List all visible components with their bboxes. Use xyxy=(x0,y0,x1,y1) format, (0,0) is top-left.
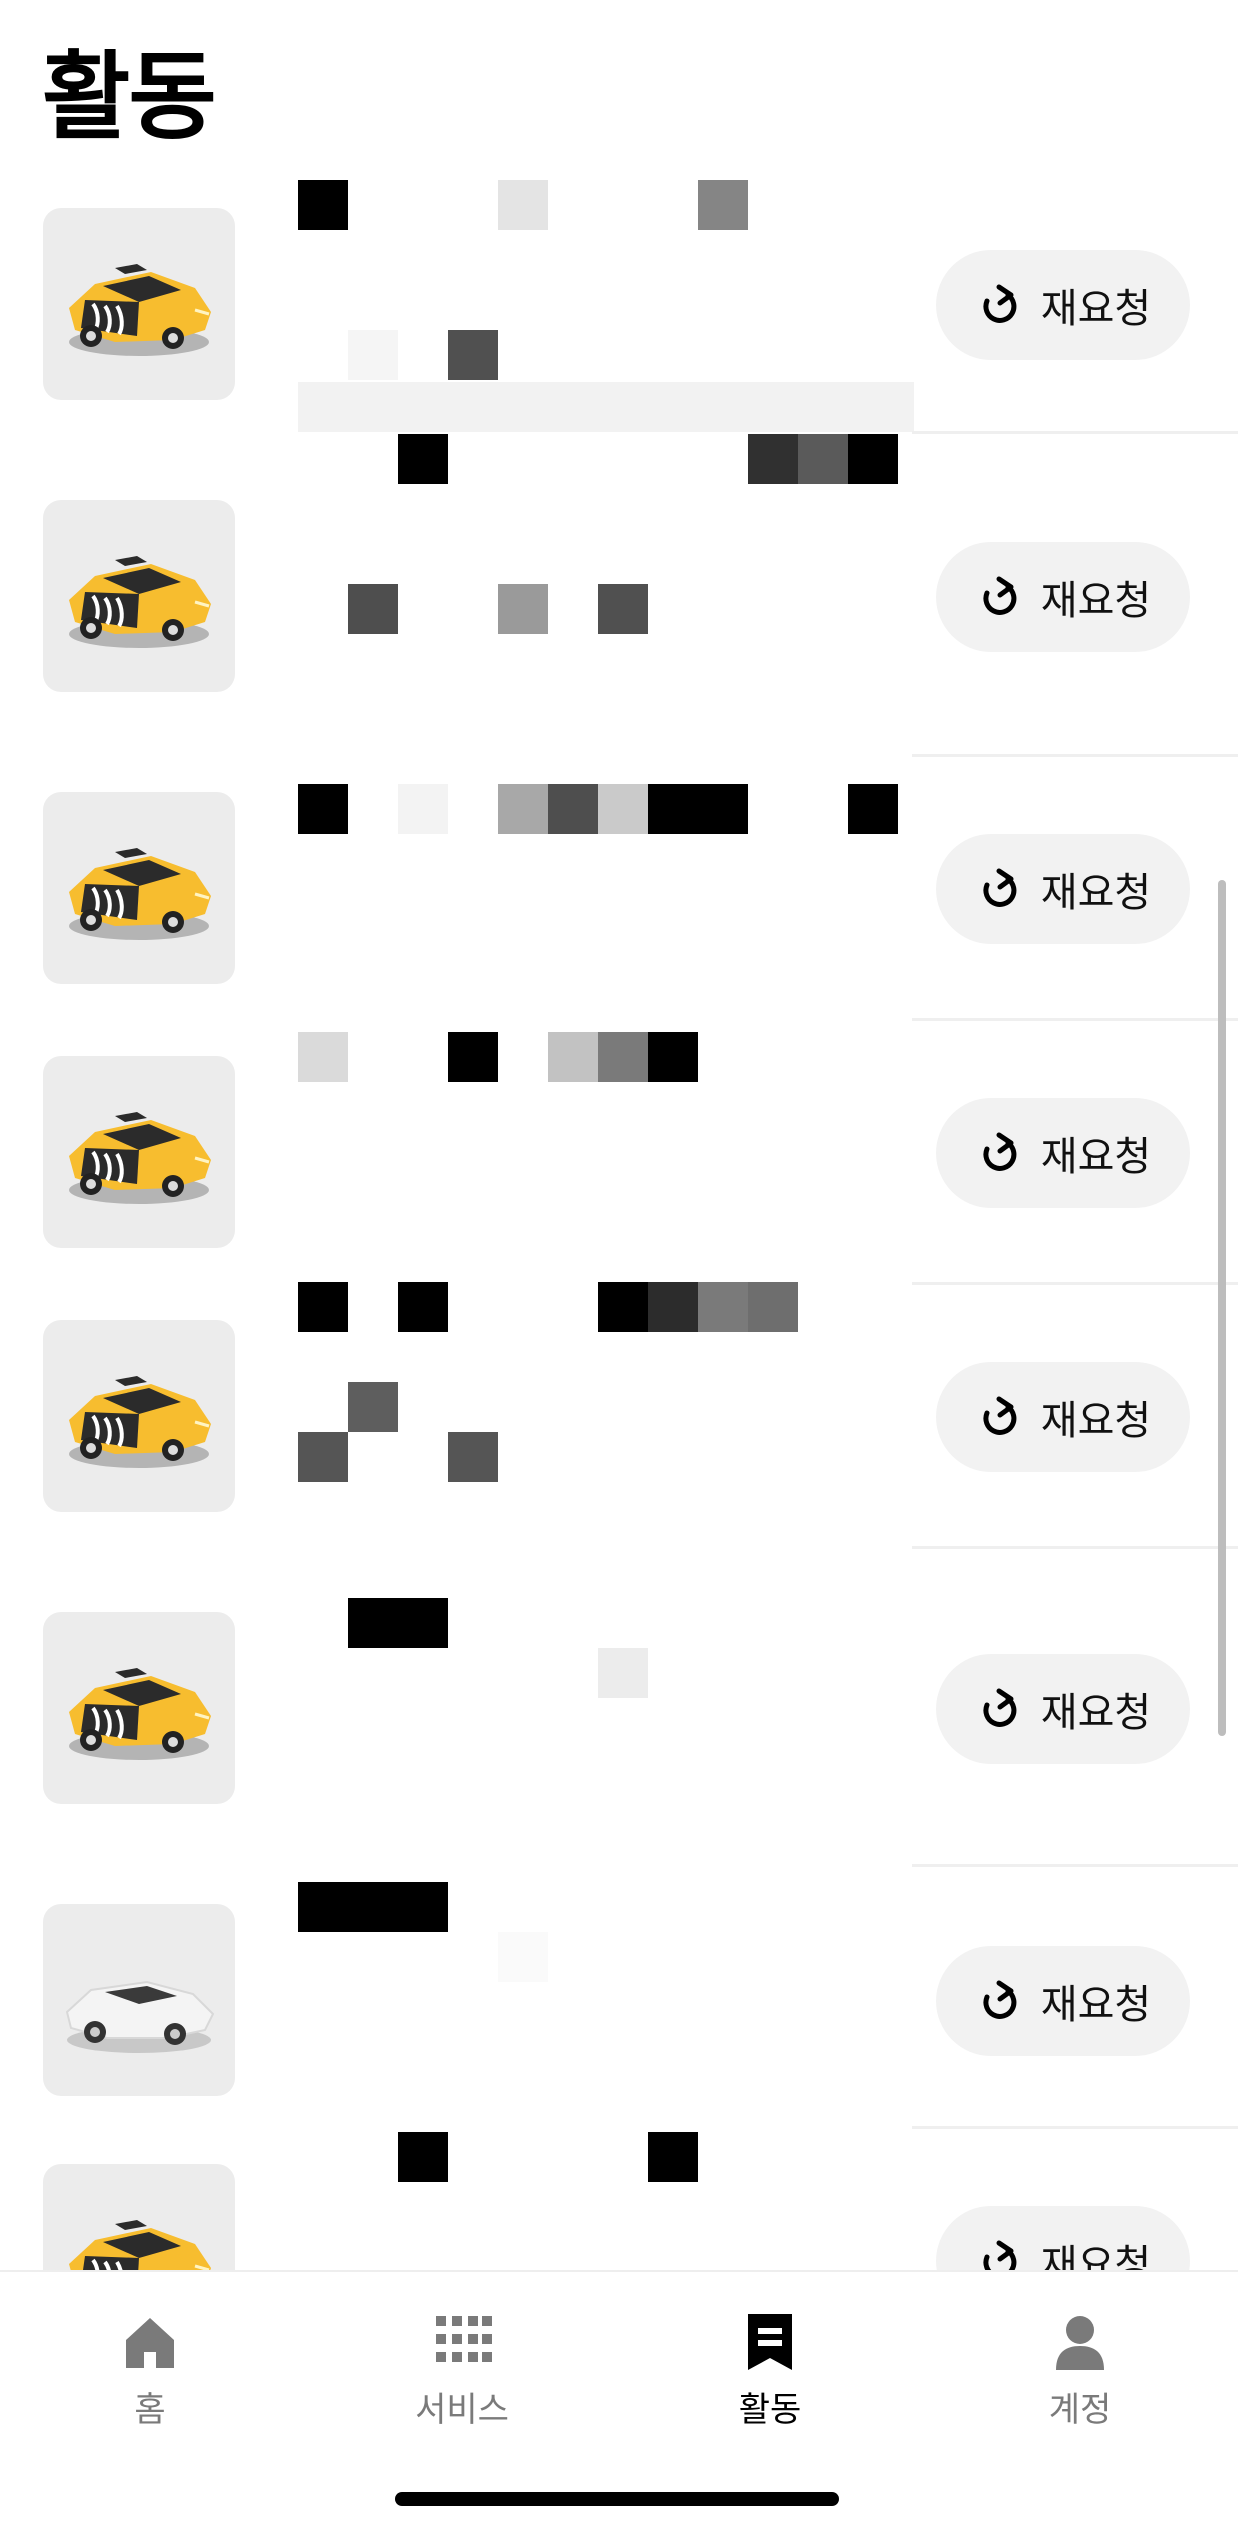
tab-home[interactable]: 홈 xyxy=(70,2312,230,2431)
taxi-thumbnail xyxy=(43,208,235,400)
rerequest-button[interactable]: 재요청 xyxy=(936,542,1190,652)
tab-account-label: 계정 xyxy=(1048,2390,1112,2430)
rerequest-button[interactable]: 재요청 xyxy=(936,834,1190,944)
tab-account[interactable]: 계정 xyxy=(1000,2312,1160,2431)
divider xyxy=(912,1864,1238,1867)
refresh-icon xyxy=(975,2239,1019,2270)
divider xyxy=(912,1546,1238,1549)
refresh-icon xyxy=(975,283,1019,327)
rerequest-label: 재요청 xyxy=(1040,1135,1152,1179)
taxi-thumbnail xyxy=(43,1612,235,1804)
rerequest-button[interactable]: 재요청 xyxy=(936,1946,1190,2056)
person-icon xyxy=(1056,2316,1104,2370)
rerequest-button[interactable]: 재요청 xyxy=(936,1098,1190,1208)
rerequest-button[interactable]: 재요청 xyxy=(936,250,1190,360)
redacted-details xyxy=(298,1032,918,1292)
taxi-thumbnail xyxy=(43,2164,235,2270)
rerequest-label: 재요청 xyxy=(1040,287,1152,331)
rerequest-label: 재요청 xyxy=(1040,1399,1152,1443)
divider xyxy=(912,1282,1238,1285)
refresh-icon xyxy=(975,867,1019,911)
rerequest-button[interactable]: 재요청 xyxy=(936,1654,1190,1764)
redacted-details xyxy=(298,1598,918,1858)
rerequest-label: 재요청 xyxy=(1040,871,1152,915)
refresh-icon xyxy=(975,575,1019,619)
receipt-icon xyxy=(748,2314,792,2370)
tab-activity[interactable]: 활동 xyxy=(690,2312,850,2431)
redacted-details xyxy=(298,1282,918,1542)
divider xyxy=(912,2126,1238,2129)
rerequest-label: 재요청 xyxy=(1040,1691,1152,1735)
tab-services-label: 서비스 xyxy=(415,2390,509,2430)
redacted-details xyxy=(298,2132,918,2270)
white-car-thumbnail xyxy=(43,1904,235,2096)
refresh-icon xyxy=(975,1131,1019,1175)
tab-activity-label: 활동 xyxy=(738,2390,802,2430)
refresh-icon xyxy=(975,1687,1019,1731)
divider xyxy=(912,1018,1238,1021)
scrollbar[interactable] xyxy=(1218,880,1226,1736)
rerequest-label: 재요청 xyxy=(1040,2243,1152,2270)
refresh-icon xyxy=(975,1395,1019,1439)
taxi-thumbnail xyxy=(43,500,235,692)
home-indicator xyxy=(395,2492,839,2506)
redacted-details xyxy=(298,784,918,1044)
rerequest-button[interactable]: 재요청 xyxy=(936,2206,1190,2270)
tab-services[interactable]: 서비스 xyxy=(382,2312,542,2431)
refresh-icon xyxy=(975,1979,1019,2023)
row-separator xyxy=(298,382,914,432)
home-icon xyxy=(126,2318,174,2368)
activity-list: 재요청 재요청 재요청 재요청 재요청 재요청 재요청 재요청 xyxy=(0,180,1238,2270)
rerequest-label: 재요청 xyxy=(1040,1983,1152,2027)
redacted-details xyxy=(298,1882,918,2142)
tab-home-label: 홈 xyxy=(134,2390,166,2430)
taxi-thumbnail xyxy=(43,1056,235,1248)
rerequest-label: 재요청 xyxy=(1040,579,1152,623)
divider xyxy=(912,431,1238,434)
rerequest-button[interactable]: 재요청 xyxy=(936,1362,1190,1472)
page-title: 활동 xyxy=(42,41,217,153)
redacted-details xyxy=(298,434,918,694)
taxi-thumbnail xyxy=(43,792,235,984)
grid-icon xyxy=(436,2316,492,2362)
taxi-thumbnail xyxy=(43,1320,235,1512)
divider xyxy=(912,754,1238,757)
